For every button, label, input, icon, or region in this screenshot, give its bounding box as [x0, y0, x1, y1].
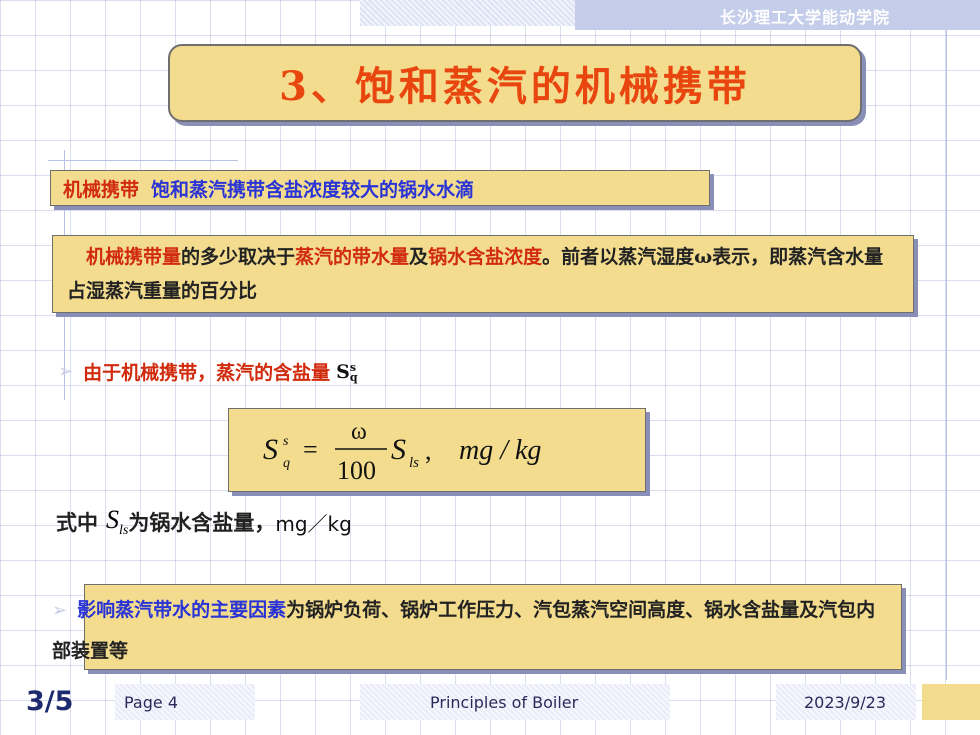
formula-rhs: S — [391, 433, 406, 466]
formula-lhs-sub: q — [283, 456, 290, 471]
formula-box: S s q = ω 100 S ls , mg / kg — [228, 408, 646, 492]
footer-course: Principles of Boiler — [430, 692, 579, 712]
where-unit: mg／kg — [275, 511, 352, 536]
explanation-key-1: 蒸汽的带水量 — [295, 246, 410, 268]
factors-highlight: 影响蒸汽带水的主要因素 — [77, 599, 287, 621]
formula-unit: mg / kg — [459, 435, 541, 466]
explanation-text-2: 及 — [409, 246, 429, 268]
formula-rhs-sub: ls — [409, 455, 419, 471]
explanation-key-2: 锅水含盐浓度 — [428, 246, 543, 268]
formula-lhs-sup: s — [283, 434, 289, 449]
explanation-text-1: 的多少取决于 — [181, 246, 296, 268]
where-prefix: 式中 — [56, 510, 98, 536]
frame-line-right — [946, 30, 947, 680]
factors-text: ➢ 影响蒸汽带水的主要因素为锅炉负荷、锅炉工作压力、汽包蒸汽空间高度、锅水含盐量及… — [52, 590, 882, 671]
footer-date: 2023/9/23 — [804, 692, 887, 712]
salt-formula: S s q = ω 100 S ls , mg / kg — [263, 419, 541, 485]
definition-box: 机械携带 饱和蒸汽携带含盐浓度较大的锅水水滴 — [50, 170, 710, 206]
salt-symbol-sub: q — [349, 370, 358, 384]
institution-name: 长沙理工大学能动学院 — [719, 8, 890, 27]
where-symbol: Sls — [106, 505, 128, 539]
formula-lhs: S — [263, 433, 278, 466]
definition-term: 机械携带 — [63, 178, 140, 201]
frame-line-top — [48, 160, 238, 161]
salt-symbol: Ssq — [336, 361, 357, 383]
footer-accent — [922, 684, 980, 720]
footer-page-number: Page 4 — [124, 692, 178, 712]
formula-equals: = — [303, 435, 318, 464]
bullet-arrow-icon: ➢ — [58, 361, 74, 382]
where-text: 为锅水含盐量， — [128, 510, 276, 536]
definition-text: 饱和蒸汽携带含盐浓度较大的锅水水滴 — [151, 178, 475, 201]
formula-numerator: ω — [351, 419, 367, 445]
bullet-text: 由于机械携带，蒸汽的含盐量 — [83, 362, 331, 384]
title-box: 3、饱和蒸汽的机械携带 — [168, 44, 862, 122]
factors-arrow-icon: ➢ — [52, 600, 68, 621]
salt-symbol-base: S — [336, 360, 350, 383]
symbol-definition: 式中 Sls 为锅水含盐量， mg／kg — [56, 505, 352, 539]
explanation-term: 机械携带量 — [86, 246, 182, 268]
where-symbol-base: S — [106, 505, 119, 534]
formula-denominator: 100 — [337, 456, 376, 485]
slide-title: 3、饱和蒸汽的机械携带 — [279, 63, 751, 110]
bullet-salt-content: ➢ 由于机械携带，蒸汽的含盐量 Ssq — [58, 358, 358, 385]
where-symbol-sub: ls — [119, 523, 129, 539]
slide-progress: 3/5 — [26, 686, 74, 717]
formula-comma: , — [425, 436, 432, 465]
explanation-box: 机械携带量的多少取决于蒸汽的带水量及锅水含盐浓度。前者以蒸汽湿度ω表示，即蒸汽含… — [52, 235, 914, 313]
